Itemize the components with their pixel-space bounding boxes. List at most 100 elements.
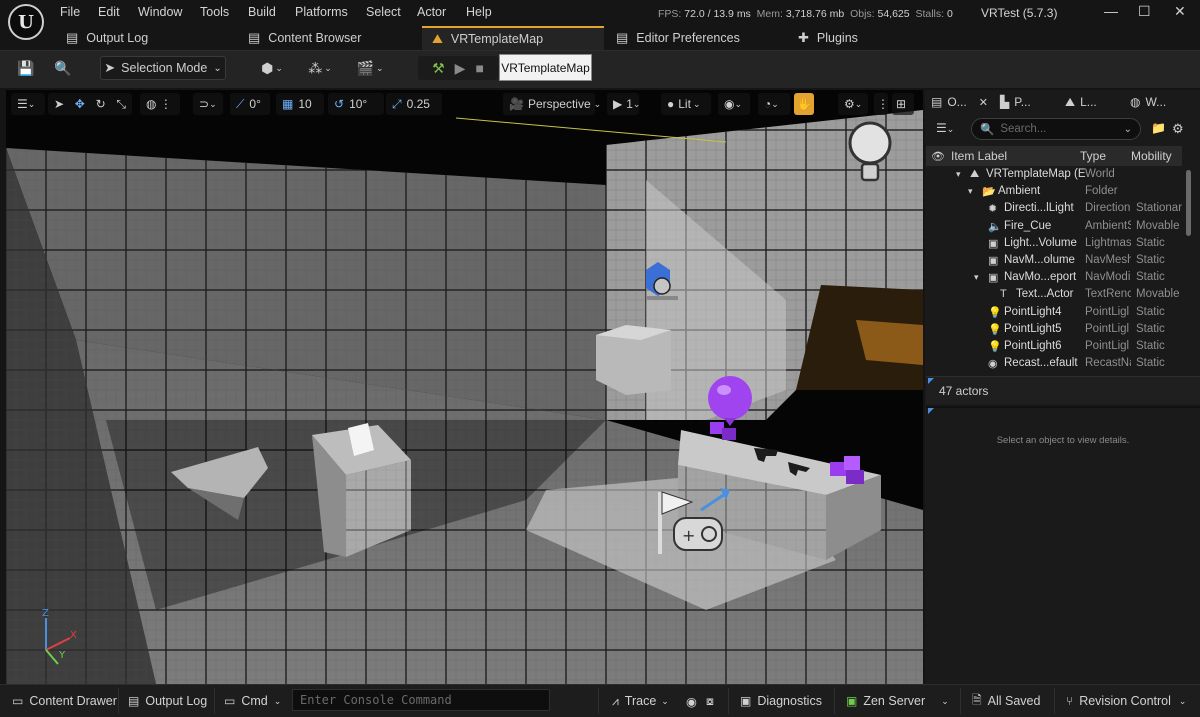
column-mobility[interactable]: Mobility [1131, 149, 1172, 163]
trace-record-icon[interactable]: ◉ [686, 692, 697, 710]
stop-icon[interactable]: ■ [475, 60, 483, 76]
cinematics-button[interactable]: 🎬 ⌄ [352, 56, 388, 80]
screenshot-icon[interactable]: ⧇ [706, 692, 714, 710]
grid-snap-value: 10 [298, 97, 312, 111]
scalability-button[interactable]: ◔ ⌄ [758, 93, 790, 115]
scale-snap-icon: ⤢ [392, 96, 402, 111]
menu-tools[interactable]: Tools [200, 5, 229, 19]
close-window-button[interactable]: ✕ [1174, 3, 1186, 20]
all-saved-button[interactable]: 🗎 All Saved [972, 692, 1040, 710]
outliner-item-type: Lightmas [1085, 236, 1131, 249]
tab-content-browser[interactable]: ▤ Content Browser [238, 26, 418, 50]
add-folder-icon[interactable]: 📁 [1151, 121, 1166, 135]
outliner-row[interactable]: ▣ Light...Volume Lightmas Static [926, 236, 1182, 253]
outliner-row[interactable]: 💡 PointLight4 PointLigl Static [926, 305, 1182, 322]
blueprint-button[interactable]: ⁂ ⌄ [302, 56, 338, 80]
play-controls: ⚒ ▶ ■ [418, 56, 498, 80]
outliner-row[interactable]: ▾ 📂 Ambient Folder [926, 184, 1182, 201]
translate-snap-button[interactable]: ⟋ 0° [230, 93, 270, 115]
column-type[interactable]: Type [1080, 149, 1106, 163]
menu-platforms[interactable]: Platforms [295, 5, 348, 19]
scene-render: + Z X Y [6, 90, 923, 684]
rotation-snap-icon: ↺ [334, 97, 345, 111]
save-icon[interactable]: 💾 [14, 56, 38, 80]
maximize-button[interactable]: ☐ [1138, 3, 1151, 20]
outliner-row[interactable]: ◉ Recast...efault RecastNa Static [926, 356, 1182, 373]
tab-place-actors[interactable]: ▙ P... [1000, 92, 1031, 112]
camera-speed-button[interactable]: ▶ 1 ⌄ [607, 93, 640, 115]
menu-file[interactable]: File [60, 5, 80, 19]
expand-caret-icon[interactable]: ▾ [968, 186, 973, 197]
tab-editor-preferences[interactable]: ▤ Editor Preferences [606, 26, 786, 50]
show-flags-button[interactable]: ◉ ⌄ [718, 93, 750, 115]
viewport-settings-button[interactable]: ⚙ ⌄ [838, 93, 868, 115]
output-log-button[interactable]: ▤ Output Log [128, 692, 207, 710]
unreal-logo-icon[interactable]: U [8, 4, 44, 40]
outliner-scrollbar[interactable] [1186, 170, 1191, 236]
viewport-options-button[interactable]: ☰ ⌄ [11, 93, 45, 115]
expand-caret-icon[interactable]: ▾ [974, 272, 979, 283]
tab-levels[interactable]: ⛰ L... [1065, 92, 1097, 112]
outliner-row[interactable]: 💡 PointLight5 PointLigl Static [926, 322, 1182, 339]
outliner-row[interactable]: ▾ ▣ NavMo...eport NavModi Static [926, 270, 1182, 287]
tab-output-log[interactable]: ▤ Output Log [56, 26, 236, 50]
zen-server-dropdown[interactable]: ▣ Zen Server ⌄ [846, 692, 949, 710]
outliner-item-label: PointLight4 [1004, 305, 1062, 318]
outliner-settings-icon[interactable]: ⚙ [1172, 121, 1184, 137]
tab-map-label: VRTemplateMap [450, 32, 544, 46]
expand-caret-icon[interactable]: ▾ [956, 169, 961, 180]
perspective-dropdown[interactable]: 🎥 Perspective ⌄ [503, 93, 601, 115]
grid-snap-button[interactable]: ▦ 10 [276, 93, 324, 115]
transform-tools[interactable]: ➤ ✥ ↻ ⤡ [48, 93, 132, 115]
view-mode-dropdown[interactable]: ● Lit ⌄ [661, 93, 711, 115]
filter-icon[interactable]: ☰⌄ [936, 121, 954, 135]
tab-outliner[interactable]: ▤ O... ✕ [931, 92, 988, 112]
outliner-search-input[interactable]: 🔍 Search... ⌄ [971, 118, 1141, 140]
menu-actor[interactable]: Actor [417, 5, 446, 19]
close-tab-icon[interactable]: ✕ [979, 96, 988, 109]
coordinate-system-button[interactable]: ◍ ⋮ [140, 93, 180, 115]
simulate-icon[interactable]: ⚒ [432, 60, 445, 77]
more-options-icon[interactable]: ⋮ [874, 93, 889, 115]
view-mode-label: Lit [678, 97, 691, 111]
outliner-row[interactable]: ✹ Directi...lLight Direction Stationar [926, 201, 1182, 218]
rotation-snap-button[interactable]: ↺ 10° [328, 93, 384, 115]
cmd-dropdown[interactable]: ▭ Cmd ⌄ [224, 692, 281, 710]
trace-dropdown[interactable]: ⩘ Trace ⌄ [612, 692, 669, 710]
menu-edit[interactable]: Edit [98, 5, 120, 19]
minimize-button[interactable]: — [1104, 3, 1118, 19]
outliner-row[interactable]: ▣ NavM...olume NavMesh Static [926, 253, 1182, 270]
diagnostics-button[interactable]: ▣ Diagnostics [740, 692, 822, 710]
outliner-row[interactable]: ▾ ⛰ VRTemplateMap (E World [926, 167, 1182, 184]
add-actor-button[interactable]: ⬢ ⌄ [254, 56, 290, 80]
tab-plugins[interactable]: ✚ Plugins [794, 26, 974, 50]
menu-build[interactable]: Build [248, 5, 276, 19]
column-item-label[interactable]: Item Label [951, 149, 1007, 163]
revision-control-dropdown[interactable]: ⑂ Revision Control ⌄ [1066, 692, 1186, 710]
console-command-input[interactable]: Enter Console Command [292, 689, 550, 711]
outliner-item-type: Folder [1085, 185, 1118, 198]
layout-grid-icon[interactable]: ⊞ [892, 93, 914, 115]
content-drawer-button[interactable]: ▭ Content Drawer [12, 692, 117, 710]
visibility-icon[interactable]: 👁 [931, 150, 945, 163]
tab-world-settings[interactable]: ◍ W... [1130, 92, 1166, 112]
details-panel [926, 406, 1200, 684]
outliner-row[interactable]: T Text...Actor TextRenc Movable [926, 287, 1182, 304]
browse-level-icon[interactable]: 🔍 [50, 56, 76, 80]
selection-mode-dropdown[interactable]: ➤ Selection Mode ⌄ [100, 56, 226, 80]
menu-window[interactable]: Window [138, 5, 182, 19]
level-viewport[interactable]: + Z X Y [6, 90, 923, 684]
outliner-row[interactable]: 🔈 Fire_Cue AmbientS Movable [926, 219, 1182, 236]
content-browser-icon: ▤ [248, 30, 261, 45]
surface-snap-button[interactable]: ⊃ ⌄ [193, 93, 223, 115]
play-icon[interactable]: ▶ [455, 60, 466, 77]
realtime-toggle-icon[interactable]: ✋ [794, 93, 814, 115]
trace-icon: ⩘ [612, 693, 619, 708]
tab-vrtemplatemap[interactable]: ⛰ VRTemplateMap [422, 26, 604, 50]
outliner-row[interactable]: 💡 PointLight6 PointLigl Static [926, 339, 1182, 356]
rotate-tool-icon: ↻ [95, 97, 106, 111]
scale-snap-button[interactable]: ⤢ 0.25 [386, 93, 442, 115]
camera-icon: 🎥 [509, 97, 524, 111]
menu-help[interactable]: Help [466, 5, 492, 19]
menu-select[interactable]: Select [366, 5, 401, 19]
